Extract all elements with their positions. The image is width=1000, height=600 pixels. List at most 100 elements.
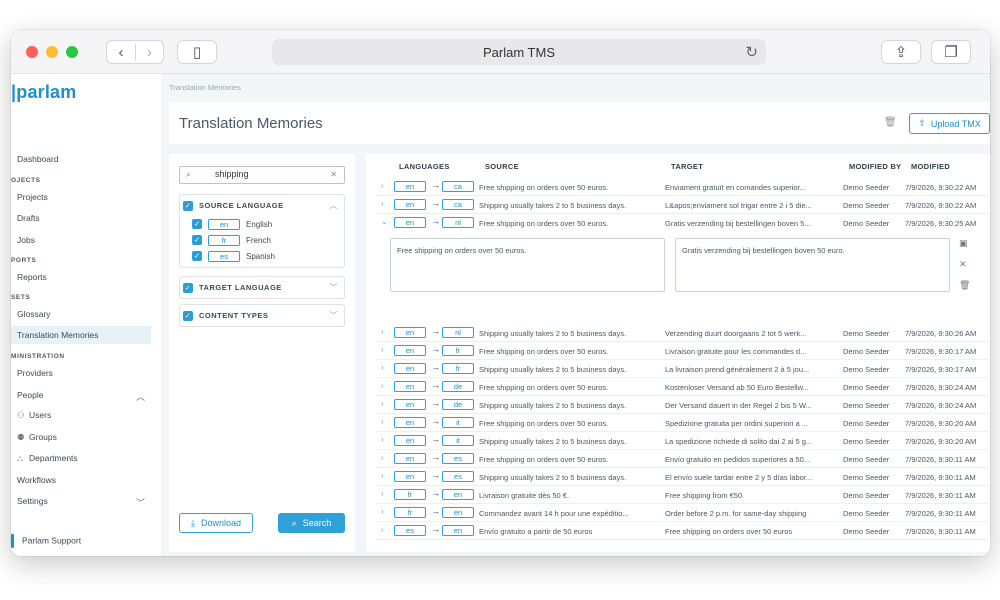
target-cell: Envío gratuito en pedidos superiores a 5… — [665, 455, 811, 464]
share-icon[interactable]: ⇪ — [881, 40, 921, 64]
reload-icon[interactable]: ↻ — [745, 43, 758, 61]
table-row[interactable]: › fr → en Livraison gratuite dès 50 €. Free s… — [377, 486, 989, 504]
chevron-up-icon: ︿ — [135, 392, 145, 402]
app-logo[interactable]: |parlam — [11, 82, 76, 103]
content-types-header[interactable]: ✓ CONTENT TYPES ﹀ — [180, 305, 344, 326]
table-row[interactable]: › en → it Free shipping on orders over 50 eu… — [377, 414, 989, 432]
sidebar-item-translation-memories[interactable]: Translation Memories — [11, 326, 151, 344]
search-button[interactable]: ⌕ Search — [278, 513, 345, 533]
table-row[interactable]: › en → de Shipping usually takes 2 to 5 busi… — [377, 396, 989, 414]
arrow-right-icon: → — [431, 326, 440, 336]
option-checkbox[interactable]: ✓ — [192, 235, 202, 245]
option-checkbox[interactable]: ✓ — [192, 219, 202, 229]
source-language-checkbox[interactable]: ✓ — [183, 200, 193, 211]
expand-row-icon[interactable]: › — [381, 435, 384, 444]
close-window-button[interactable] — [26, 46, 38, 58]
upload-tmx-button[interactable]: ⇧ Upload TMX — [909, 113, 990, 134]
source-language-header[interactable]: ✓ SOURCE LANGUAGE ︿ — [180, 195, 344, 216]
table-row[interactable]: › en → fr Shipping usually takes 2 to 5 busi… — [377, 360, 989, 378]
sidebar-item-providers[interactable]: Providers — [17, 368, 53, 378]
sidebar-item-settings[interactable]: Settings ﹀ — [17, 496, 157, 508]
table-row[interactable]: › en → it Shipping usually takes 2 to 5 busi… — [377, 432, 989, 450]
expand-row-icon[interactable]: › — [381, 471, 384, 480]
expand-row-icon[interactable]: › — [381, 345, 384, 354]
sidebar-item-workflows[interactable]: Workflows — [17, 475, 56, 485]
table-row[interactable]: › fr → en Commandez avant 14 h pour une expé… — [377, 504, 989, 522]
column-header-languages[interactable]: LANGUAGES — [399, 162, 450, 171]
source-language-filter: ✓ SOURCE LANGUAGE ︿ ✓ en English ✓ fr French… — [179, 194, 345, 268]
zoom-window-button[interactable] — [66, 46, 78, 58]
modified-date-cell: 7/9/2026, 9:30:17 AM — [905, 365, 977, 374]
column-header-modified[interactable]: MODIFIED — [911, 162, 950, 171]
expand-row-icon[interactable]: › — [381, 525, 384, 534]
source-cell: Free shipping on orders over 50 euros. — [479, 383, 609, 392]
source-cell: Shipping usually takes 2 to 5 business d… — [479, 201, 627, 210]
expand-row-icon[interactable]: › — [381, 507, 384, 516]
history-nav: ‹ › — [106, 40, 164, 64]
sidebar-item-projects[interactable]: Projects — [17, 192, 48, 202]
expand-row-icon[interactable]: › — [381, 453, 384, 462]
target-language-header[interactable]: ✓ TARGET LANGUAGE ﹀ — [180, 277, 344, 298]
table-row[interactable]: › en → de Free shipping on orders over 50 eu… — [377, 378, 989, 396]
search-field[interactable]: ⌕ ✕ — [179, 166, 345, 184]
back-icon[interactable]: ‹ — [107, 44, 135, 61]
target-text-editor[interactable]: Gratis verzending bij bestellingen boven… — [675, 238, 950, 292]
sidebar-item-jobs[interactable]: Jobs — [17, 235, 35, 245]
target-language-checkbox[interactable]: ✓ — [183, 282, 193, 293]
table-row[interactable]: ⌄ en → nl Free shipping on orders over 50 eu… — [377, 214, 989, 232]
support-link[interactable]: Parlam Support — [11, 534, 81, 548]
source-language-pill: en — [394, 435, 426, 446]
expand-row-icon[interactable]: › — [381, 381, 384, 390]
address-bar[interactable]: Parlam TMS ↻ — [272, 39, 766, 65]
trash-icon[interactable]: 🗑 — [959, 280, 970, 291]
column-header-modified-by[interactable]: MODIFIED BY — [849, 162, 901, 171]
source-language-option[interactable]: ✓ es Spanish — [180, 248, 344, 264]
departments-icon: ⛬ — [17, 453, 23, 463]
column-header-target[interactable]: TARGET — [671, 162, 703, 171]
expand-row-icon[interactable]: › — [381, 327, 384, 336]
source-language-option[interactable]: ✓ fr French — [180, 232, 344, 248]
table-row[interactable]: › en → ca Free shipping on orders over 50 eu… — [377, 178, 989, 196]
column-header-source[interactable]: SOURCE — [485, 162, 519, 171]
table-row[interactable]: › en → es Shipping usually takes 2 to 5 busi… — [377, 468, 989, 486]
minimize-window-button[interactable] — [46, 46, 58, 58]
expand-row-icon[interactable]: › — [381, 199, 384, 208]
source-language-pill: en — [394, 471, 426, 482]
table-row[interactable]: › en → fr Free shipping on orders over 50 eu… — [377, 342, 989, 360]
sidebar-item-users[interactable]: ⚇ Users — [17, 410, 51, 421]
source-text-editor[interactable]: Free shipping on orders over 50 euros. — [390, 238, 665, 292]
table-row[interactable]: › es → en Envío gratuito a partir de 50 euro… — [377, 522, 989, 540]
expand-row-icon[interactable]: › — [381, 417, 384, 426]
sidebar-section-administration: MINISTRATION — [11, 353, 65, 360]
clear-search-icon[interactable]: ✕ — [330, 170, 337, 179]
save-icon[interactable]: ▣ — [959, 238, 968, 249]
sidebar-item-glossary[interactable]: Glossary — [17, 309, 51, 319]
search-input[interactable] — [215, 169, 325, 179]
sidebar-toggle-icon[interactable]: ▯ — [177, 40, 217, 64]
expand-row-icon[interactable]: › — [381, 399, 384, 408]
modified-by-cell: Demo Seeder — [843, 473, 890, 482]
table-row[interactable]: › en → es Free shipping on orders over 50 eu… — [377, 450, 989, 468]
expand-row-icon[interactable]: › — [381, 489, 384, 498]
tabs-overview-icon[interactable]: ❐ — [931, 40, 971, 64]
sidebar-item-dashboard[interactable]: Dashboard — [17, 154, 59, 164]
delete-all-icon[interactable]: 🗑 — [884, 117, 897, 128]
expand-row-icon[interactable]: › — [381, 363, 384, 372]
sidebar-item-drafts[interactable]: Drafts — [17, 213, 40, 223]
content-types-filter: ✓ CONTENT TYPES ﹀ — [179, 304, 345, 327]
sidebar-item-reports[interactable]: Reports — [17, 272, 47, 282]
content-types-checkbox[interactable]: ✓ — [183, 310, 193, 321]
sidebar-item-departments[interactable]: ⛬ Departments — [17, 453, 78, 464]
expand-row-icon[interactable]: ⌄ — [381, 217, 388, 226]
download-button[interactable]: ⤓ Download — [179, 513, 253, 533]
table-row[interactable]: › en → ca Shipping usually takes 2 to 5 busi… — [377, 196, 989, 214]
option-checkbox[interactable]: ✓ — [192, 251, 202, 261]
sidebar-item-people[interactable]: People ︿ — [17, 390, 157, 402]
expand-row-icon[interactable]: › — [381, 181, 384, 190]
source-language-option[interactable]: ✓ en English — [180, 216, 344, 232]
forward-icon[interactable]: › — [134, 43, 163, 61]
sidebar-item-groups[interactable]: ⚉ Groups — [17, 432, 57, 443]
table-row[interactable]: › en → nl Shipping usually takes 2 to 5 busi… — [377, 324, 989, 342]
source-language-pill: en — [394, 199, 426, 210]
close-icon[interactable]: ✕ — [959, 259, 967, 270]
